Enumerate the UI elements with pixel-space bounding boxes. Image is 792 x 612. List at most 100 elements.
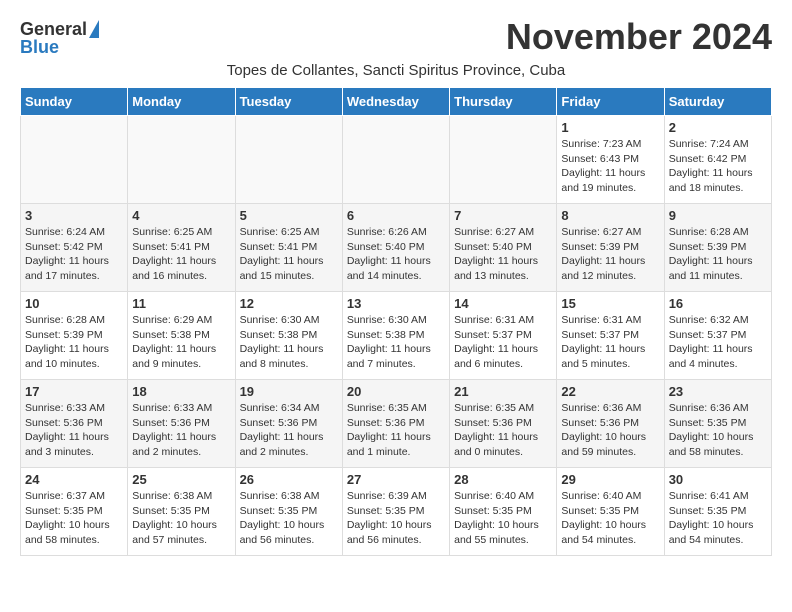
day-number: 18 bbox=[132, 384, 230, 399]
cell-info: Sunrise: 6:30 AM bbox=[240, 313, 338, 328]
day-number: 14 bbox=[454, 296, 552, 311]
header-day-saturday: Saturday bbox=[664, 88, 771, 116]
calendar-cell: 26 Sunrise: 6:38 AMSunset: 5:35 PMDayligh… bbox=[235, 468, 342, 556]
day-number: 28 bbox=[454, 472, 552, 487]
cell-info: Sunset: 5:38 PM bbox=[132, 328, 230, 343]
day-number: 26 bbox=[240, 472, 338, 487]
day-number: 10 bbox=[25, 296, 123, 311]
cell-info: Sunset: 5:36 PM bbox=[561, 416, 659, 431]
cell-info: Sunrise: 6:28 AM bbox=[25, 313, 123, 328]
cell-info: Daylight: 10 hours and 56 minutes. bbox=[347, 518, 445, 547]
calendar-cell: 21Sunrise: 6:35 AMSunset: 5:36 PMDayligh… bbox=[450, 380, 557, 468]
cell-info: Sunset: 5:36 PM bbox=[132, 416, 230, 431]
cell-info: Sunrise: 6:27 AM bbox=[561, 225, 659, 240]
calendar-cell: 15Sunrise: 6:31 AMSunset: 5:37 PMDayligh… bbox=[557, 292, 664, 380]
day-number: 16 bbox=[669, 296, 767, 311]
cell-info: Daylight: 11 hours and 4 minutes. bbox=[669, 342, 767, 371]
day-number: 19 bbox=[240, 384, 338, 399]
week-row-4: 17Sunrise: 6:33 AMSunset: 5:36 PMDayligh… bbox=[21, 380, 772, 468]
logo: General Blue bbox=[20, 20, 99, 56]
calendar-cell: 17Sunrise: 6:33 AMSunset: 5:36 PMDayligh… bbox=[21, 380, 128, 468]
calendar-cell: 24Sunrise: 6:37 AMSunset: 5:35 PMDayligh… bbox=[21, 468, 128, 556]
cell-info: Sunrise: 6:38 AM bbox=[240, 489, 338, 504]
calendar-cell: 7Sunrise: 6:27 AMSunset: 5:40 PMDaylight… bbox=[450, 204, 557, 292]
cell-info: Sunset: 5:38 PM bbox=[240, 328, 338, 343]
cell-info: Daylight: 11 hours and 16 minutes. bbox=[132, 254, 230, 283]
calendar-cell: 13Sunrise: 6:30 AMSunset: 5:38 PMDayligh… bbox=[342, 292, 449, 380]
header-day-wednesday: Wednesday bbox=[342, 88, 449, 116]
calendar-header: SundayMondayTuesdayWednesdayThursdayFrid… bbox=[21, 88, 772, 116]
cell-info: Daylight: 10 hours and 57 minutes. bbox=[132, 518, 230, 547]
cell-info: Daylight: 11 hours and 14 minutes. bbox=[347, 254, 445, 283]
cell-info: Sunset: 5:35 PM bbox=[347, 504, 445, 519]
cell-info: Sunset: 5:41 PM bbox=[132, 240, 230, 255]
cell-info: Daylight: 10 hours and 58 minutes. bbox=[669, 430, 767, 459]
cell-info: Sunrise: 6:31 AM bbox=[561, 313, 659, 328]
cell-info: Sunrise: 6:34 AM bbox=[240, 401, 338, 416]
day-number: 11 bbox=[132, 296, 230, 311]
header-row: SundayMondayTuesdayWednesdayThursdayFrid… bbox=[21, 88, 772, 116]
page-header: General Blue November 2024 bbox=[20, 16, 772, 58]
cell-info: Daylight: 11 hours and 6 minutes. bbox=[454, 342, 552, 371]
cell-info: Sunset: 6:42 PM bbox=[669, 152, 767, 167]
cell-info: Sunrise: 7:24 AM bbox=[669, 137, 767, 152]
calendar-cell: 19 Sunrise: 6:34 AMSunset: 5:36 PMDayligh… bbox=[235, 380, 342, 468]
cell-info: Sunrise: 6:41 AM bbox=[669, 489, 767, 504]
calendar-cell: 22Sunrise: 6:36 AMSunset: 5:36 PMDayligh… bbox=[557, 380, 664, 468]
cell-info: Daylight: 11 hours and 0 minutes. bbox=[454, 430, 552, 459]
cell-info: Sunrise: 6:29 AM bbox=[132, 313, 230, 328]
header-day-thursday: Thursday bbox=[450, 88, 557, 116]
day-number: 29 bbox=[561, 472, 659, 487]
cell-info: Sunset: 5:40 PM bbox=[454, 240, 552, 255]
cell-info: Sunset: 5:35 PM bbox=[454, 504, 552, 519]
cell-info: Daylight: 11 hours and 3 minutes. bbox=[25, 430, 123, 459]
cell-info: Sunrise: 6:28 AM bbox=[669, 225, 767, 240]
cell-info: Daylight: 11 hours and 15 minutes. bbox=[240, 254, 338, 283]
day-number: 25 bbox=[132, 472, 230, 487]
calendar-table: SundayMondayTuesdayWednesdayThursdayFrid… bbox=[20, 87, 772, 556]
calendar-cell: 14Sunrise: 6:31 AMSunset: 5:37 PMDayligh… bbox=[450, 292, 557, 380]
header-day-tuesday: Tuesday bbox=[235, 88, 342, 116]
day-number: 9 bbox=[669, 208, 767, 223]
cell-info: Sunrise: 6:31 AM bbox=[454, 313, 552, 328]
cell-info: Daylight: 10 hours and 56 minutes. bbox=[240, 518, 338, 547]
cell-info: Daylight: 11 hours and 2 minutes. bbox=[240, 430, 338, 459]
cell-info: Daylight: 11 hours and 2 minutes. bbox=[132, 430, 230, 459]
week-row-5: 24Sunrise: 6:37 AMSunset: 5:35 PMDayligh… bbox=[21, 468, 772, 556]
cell-info: Sunset: 5:36 PM bbox=[347, 416, 445, 431]
cell-info: Daylight: 10 hours and 58 minutes. bbox=[25, 518, 123, 547]
day-number: 20 bbox=[347, 384, 445, 399]
calendar-cell bbox=[342, 116, 449, 204]
cell-info: Sunrise: 6:38 AM bbox=[132, 489, 230, 504]
cell-info: Sunset: 5:36 PM bbox=[240, 416, 338, 431]
week-row-1: 1Sunrise: 7:23 AMSunset: 6:43 PMDaylight… bbox=[21, 116, 772, 204]
logo-triangle-icon bbox=[89, 20, 99, 38]
cell-info: Sunset: 5:35 PM bbox=[240, 504, 338, 519]
cell-info: Sunrise: 6:37 AM bbox=[25, 489, 123, 504]
cell-info: Sunset: 5:37 PM bbox=[669, 328, 767, 343]
calendar-cell: 10Sunrise: 6:28 AMSunset: 5:39 PMDayligh… bbox=[21, 292, 128, 380]
cell-info: Daylight: 11 hours and 10 minutes. bbox=[25, 342, 123, 371]
cell-info: Sunrise: 6:33 AM bbox=[132, 401, 230, 416]
calendar-cell bbox=[450, 116, 557, 204]
cell-info: Sunrise: 6:35 AM bbox=[347, 401, 445, 416]
cell-info: Daylight: 11 hours and 9 minutes. bbox=[132, 342, 230, 371]
cell-info: Sunrise: 7:23 AM bbox=[561, 137, 659, 152]
header-day-monday: Monday bbox=[128, 88, 235, 116]
cell-info: Daylight: 11 hours and 18 minutes. bbox=[669, 166, 767, 195]
cell-info: Sunrise: 6:33 AM bbox=[25, 401, 123, 416]
header-day-friday: Friday bbox=[557, 88, 664, 116]
calendar-cell: 28Sunrise: 6:40 AMSunset: 5:35 PMDayligh… bbox=[450, 468, 557, 556]
cell-info: Sunset: 5:35 PM bbox=[132, 504, 230, 519]
cell-info: Sunset: 5:42 PM bbox=[25, 240, 123, 255]
calendar-cell bbox=[128, 116, 235, 204]
cell-info: Sunrise: 6:36 AM bbox=[669, 401, 767, 416]
cell-info: Sunrise: 6:39 AM bbox=[347, 489, 445, 504]
header-day-sunday: Sunday bbox=[21, 88, 128, 116]
cell-info: Daylight: 10 hours and 59 minutes. bbox=[561, 430, 659, 459]
cell-info: Sunset: 5:39 PM bbox=[561, 240, 659, 255]
cell-info: Sunrise: 6:40 AM bbox=[561, 489, 659, 504]
calendar-cell: 8Sunrise: 6:27 AMSunset: 5:39 PMDaylight… bbox=[557, 204, 664, 292]
cell-info: Sunrise: 6:36 AM bbox=[561, 401, 659, 416]
calendar-body: 1Sunrise: 7:23 AMSunset: 6:43 PMDaylight… bbox=[21, 116, 772, 556]
